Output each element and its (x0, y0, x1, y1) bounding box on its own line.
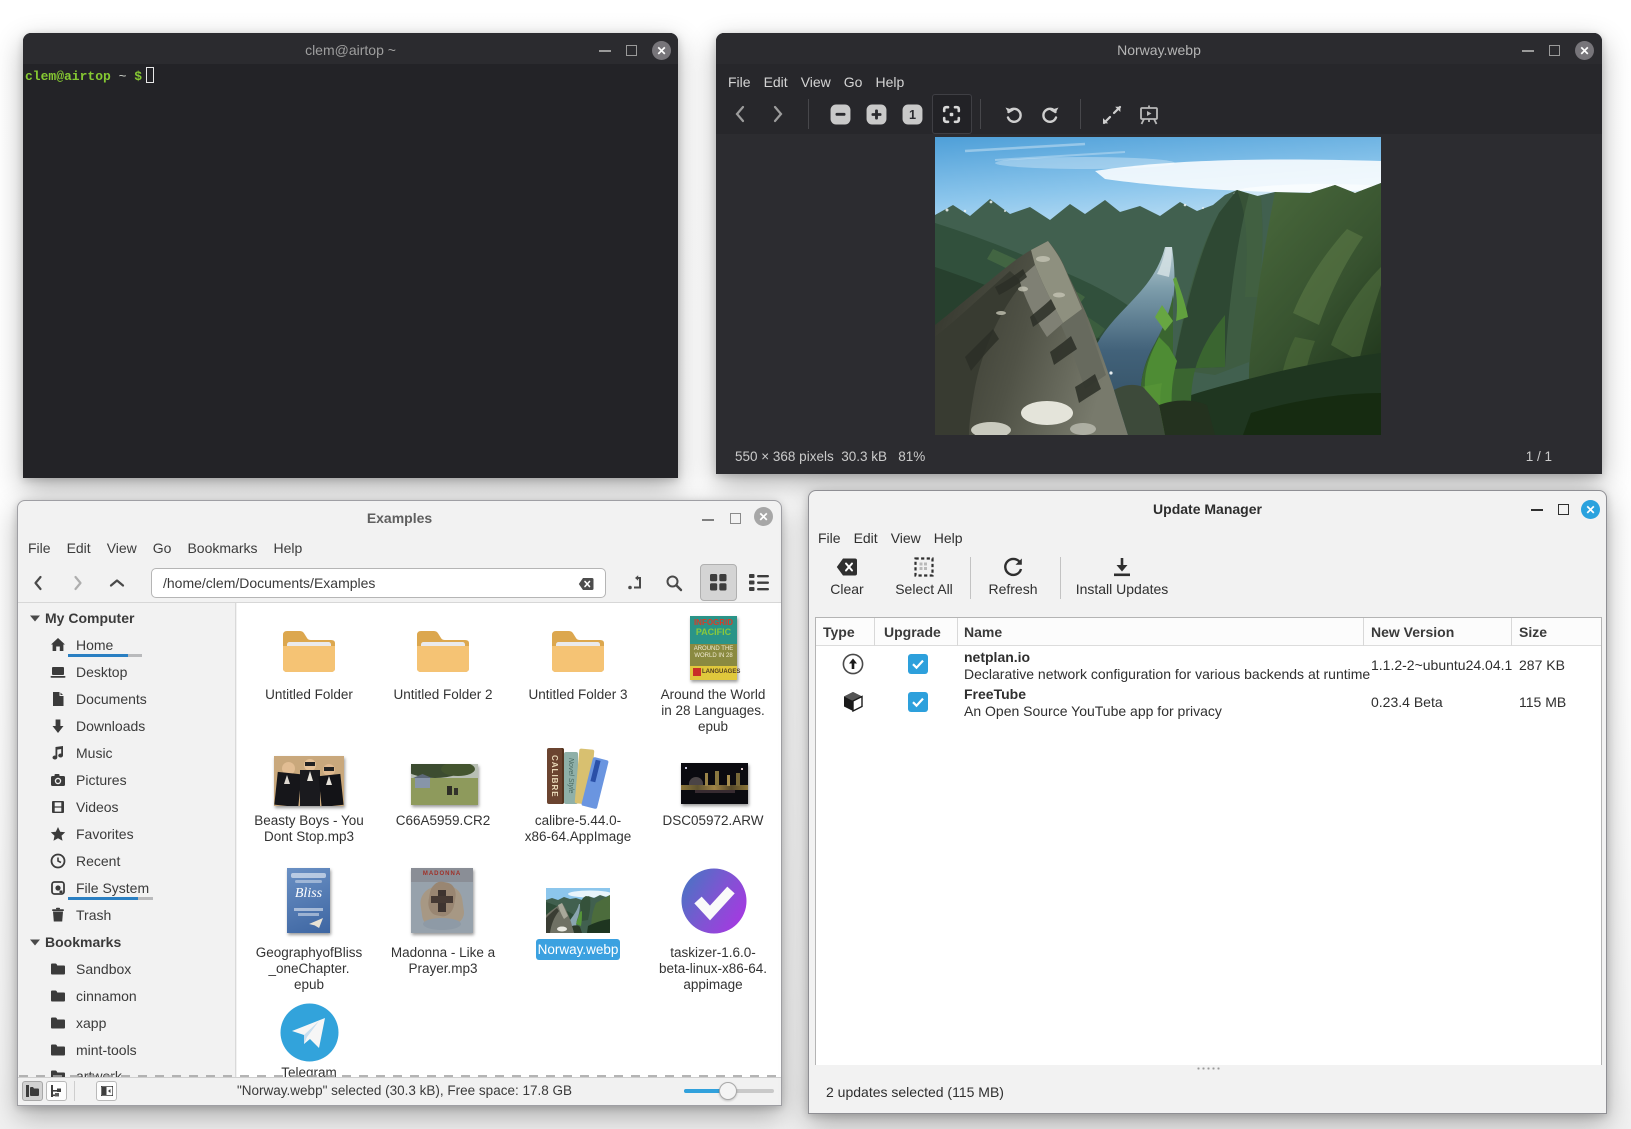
svg-text:1: 1 (909, 107, 916, 122)
